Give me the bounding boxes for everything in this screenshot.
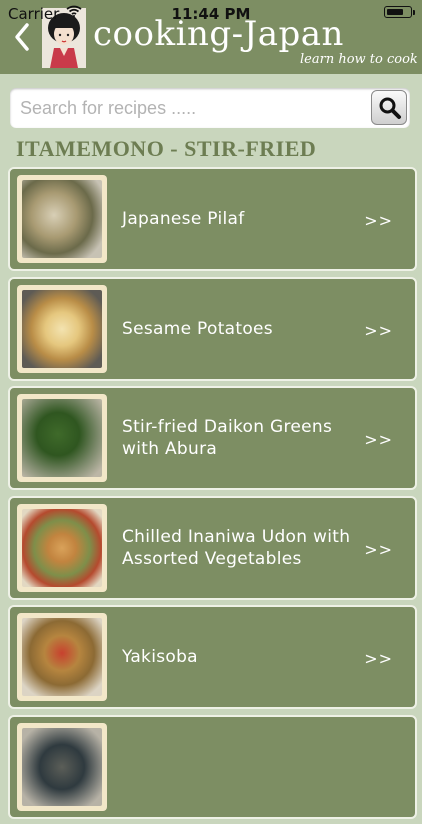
chevron-right-icon: >> — [364, 320, 393, 340]
recipe-item[interactable] — [8, 714, 417, 819]
chevron-right-icon: >> — [364, 539, 393, 559]
search-input[interactable] — [10, 88, 360, 128]
search-icon — [379, 97, 401, 119]
recipe-thumbnail — [17, 722, 107, 811]
search-bar — [10, 88, 410, 128]
recipe-title: Chilled Inaniwa Udon with Assorted Veget… — [122, 526, 351, 569]
status-bar: Carrier 11:44 PM — [0, 0, 422, 23]
recipe-thumbnail — [17, 284, 107, 373]
recipe-item[interactable]: Chilled Inaniwa Udon with Assorted Veget… — [8, 495, 417, 600]
recipe-thumbnail — [17, 503, 107, 592]
status-time: 11:44 PM — [171, 5, 251, 23]
chevron-right-icon: >> — [364, 211, 393, 230]
recipe-title: Yakisoba — [122, 647, 198, 667]
battery-icon — [384, 6, 415, 18]
chevron-right-icon: >> — [364, 649, 393, 668]
back-chevron-icon[interactable] — [12, 22, 32, 52]
recipe-item[interactable]: Yakisoba >> — [8, 605, 417, 709]
recipe-thumbnail — [17, 175, 107, 263]
recipe-item[interactable]: Sesame Potatoes >> — [8, 276, 417, 381]
brand-tagline: learn how to cook — [300, 52, 418, 67]
recipe-title: Stir-fried Daikon Greens with Abura — [122, 417, 333, 459]
chevron-right-icon: >> — [364, 430, 393, 449]
recipe-list: Japanese Pilaf >> Sesame Potatoes >> Sti… — [8, 167, 417, 824]
recipe-item[interactable]: Stir-fried Daikon Greens with Abura >> — [8, 386, 417, 490]
recipe-title: Japanese Pilaf — [122, 209, 245, 229]
search-button[interactable] — [371, 90, 407, 125]
recipe-title: Sesame Potatoes — [122, 318, 273, 339]
recipe-title — [122, 717, 372, 817]
recipe-item[interactable]: Japanese Pilaf >> — [8, 167, 417, 271]
recipe-thumbnail — [17, 613, 107, 701]
section-title: ITAMEMONO - STIR-FRIED — [16, 136, 317, 161]
recipe-thumbnail — [17, 394, 107, 482]
